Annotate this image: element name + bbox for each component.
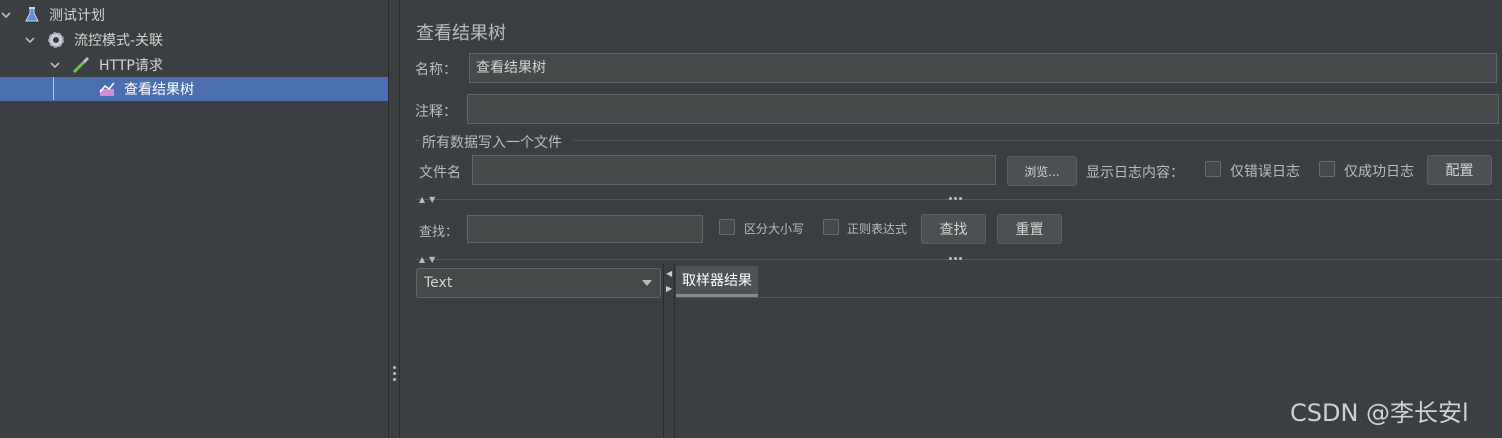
tree-item-label: 查看结果树 [124,82,194,98]
comment-label: 注释： [415,104,457,120]
tree-item-thread-group[interactable]: 流控模式-关联 [0,28,388,52]
chart-icon [97,79,117,99]
horizontal-splitter[interactable]: ▲▼ [415,254,1502,264]
configure-button[interactable]: 配置 [1427,155,1492,185]
gear-icon [46,30,66,50]
comment-field[interactable] [467,94,1499,124]
filename-label: 文件名 [419,165,461,181]
tree-item-test-plan[interactable]: 测试计划 [0,3,388,27]
search-label: 查找： [419,225,459,240]
collapse-arrows-icon[interactable]: ▲▼ [419,255,439,264]
horizontal-splitter[interactable]: ▲▼ [415,194,1502,204]
tree-item-view-results-tree[interactable]: 查看结果树 [0,77,388,101]
page-title: 查看结果树 [416,23,506,44]
find-button[interactable]: 查找 [921,214,986,244]
tree-item-label: 流控模式-关联 [74,33,164,49]
splitter-grip-icon [393,366,396,381]
errors-only-label: 仅错误日志 [1230,164,1300,180]
regex-checkbox[interactable] [823,219,839,235]
splitter-grip-icon [949,257,962,260]
expand-right-icon[interactable]: ▶ [666,284,672,293]
name-label: 名称： [415,62,457,78]
case-sensitive-checkbox[interactable] [719,219,735,235]
tab-underline [676,297,1502,298]
collapse-left-icon[interactable]: ◀ [666,269,672,278]
renderer-select-value: Text [424,275,453,291]
tree-item-label: 测试计划 [49,8,105,24]
case-sensitive-label: 区分大小写 [744,222,805,236]
chevron-down-icon[interactable] [0,9,12,21]
jmeter-window: 测试计划 流控模式-关联 HTTP请求 查看结果树 查看结果树 名称： 查看结果… [0,0,1502,438]
tree-item-label: HTTP请求 [99,58,163,74]
group-border [573,140,1502,141]
group-border [415,140,420,141]
name-field[interactable]: 查看结果树 [469,53,1497,83]
file-group-title: 所有数据写入一个文件 [422,135,562,151]
regex-label: 正则表达式 [847,222,908,236]
search-input[interactable] [467,215,703,243]
sample-results-list[interactable] [415,300,663,438]
tree-item-http-request[interactable]: HTTP请求 [0,53,388,77]
filename-field[interactable] [472,155,996,185]
view-results-tree-panel: 查看结果树 名称： 查看结果树 注释： 所有数据写入一个文件 文件名 浏览...… [401,0,1502,438]
watermark-text: CSDN @李长安l [1290,399,1469,427]
flask-icon [22,5,42,25]
main-splitter[interactable] [388,0,400,438]
splitter-grip-icon [949,197,962,200]
browse-button[interactable]: 浏览... [1007,156,1077,186]
success-only-label: 仅成功日志 [1344,164,1414,180]
chevron-down-icon[interactable] [24,34,36,46]
chevron-down-icon[interactable] [49,59,61,71]
tab-sampler-result[interactable]: 取样器结果 [676,266,758,297]
renderer-select[interactable]: Text [416,268,661,298]
errors-only-checkbox[interactable] [1205,161,1221,177]
pipette-icon [71,55,91,75]
dropdown-arrow-icon [642,280,652,286]
results-splitter[interactable]: ◀ ▶ [663,264,675,438]
test-plan-tree: 测试计划 流控模式-关联 HTTP请求 查看结果树 [0,0,388,438]
log-display-label: 显示日志内容： [1086,165,1184,181]
reset-button[interactable]: 重置 [997,214,1062,244]
tree-guide-line [53,77,54,100]
collapse-arrows-icon[interactable]: ▲▼ [419,195,439,204]
success-only-checkbox[interactable] [1319,161,1335,177]
